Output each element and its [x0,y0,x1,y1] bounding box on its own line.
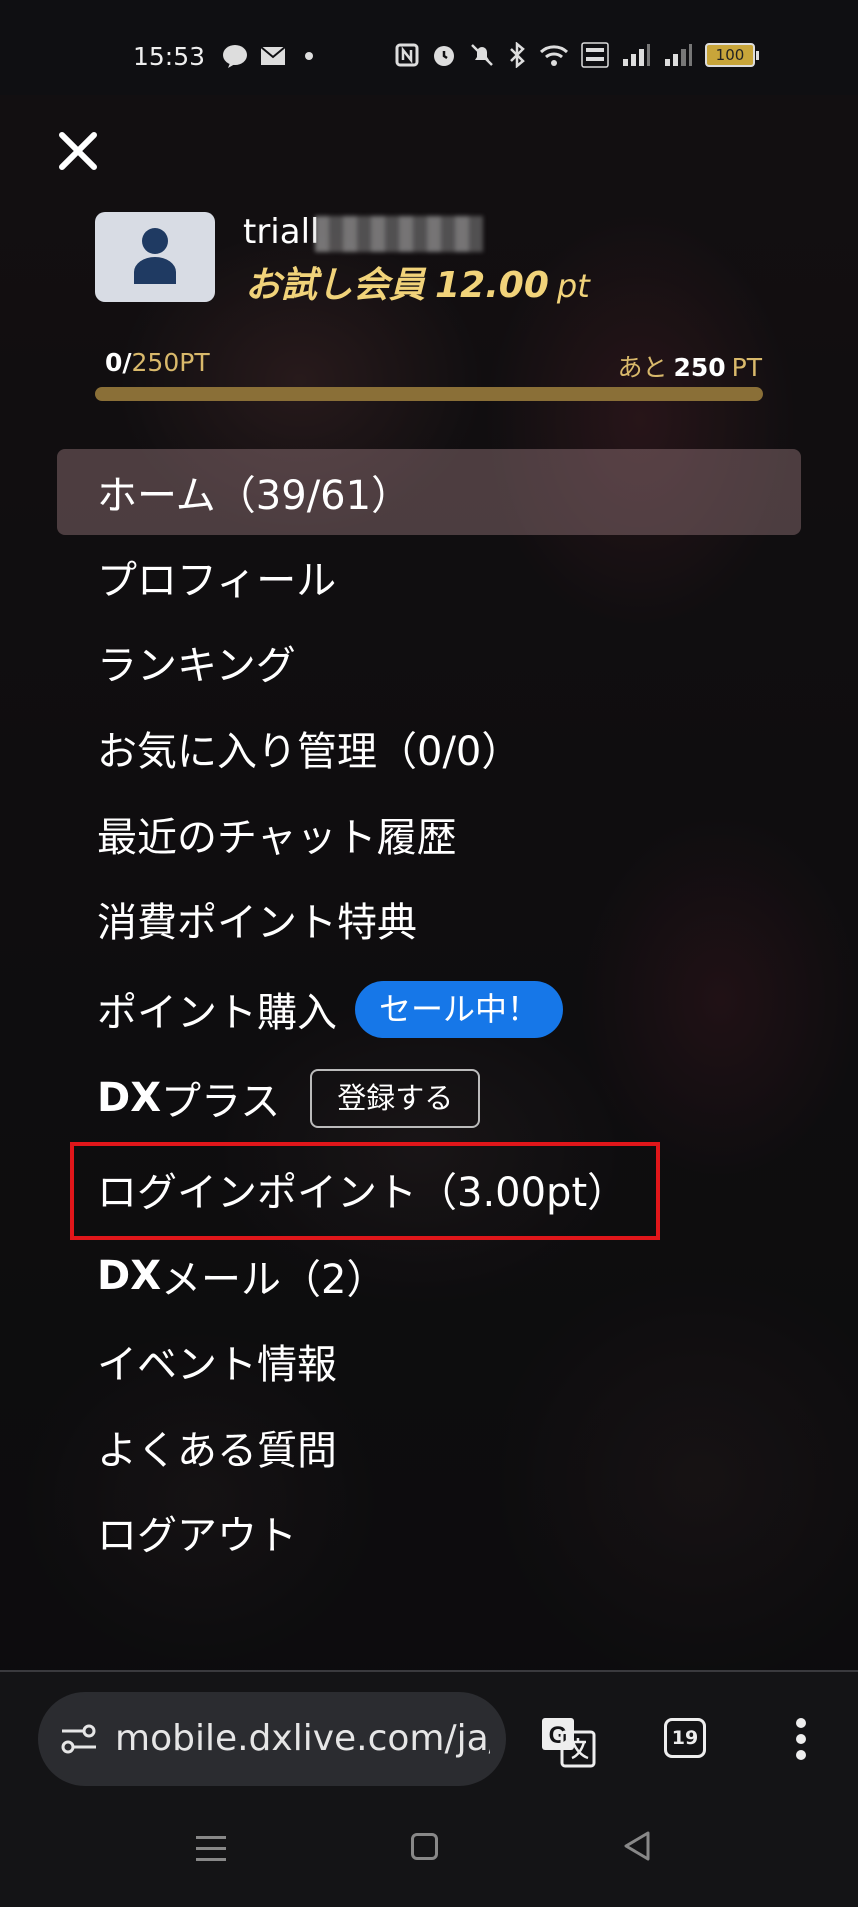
sale-badge[interactable]: セール中！ [355,980,564,1038]
nfc-icon [395,43,419,67]
browser-toolbar: mobile.dxlive.com/ja/h G 19 [0,1670,858,1788]
url-text[interactable]: mobile.dxlive.com/ja/h [115,1718,490,1759]
site-settings-icon[interactable] [60,1722,98,1756]
progress-current: 0/250PT [105,348,210,377]
back-icon[interactable] [622,1830,652,1862]
menu-item-ranking[interactable]: ランキング [97,634,296,690]
address-bar[interactable]: mobile.dxlive.com/ja/h [38,1692,506,1786]
username-redaction [315,216,483,252]
avatar[interactable] [95,212,215,302]
wifi-icon [539,45,569,66]
signal-icon [665,44,692,66]
progress-total: 250PT [131,348,210,377]
progress-remaining-value: 250 [673,353,726,382]
username: triall [243,212,320,252]
menu-item-point-benefits[interactable]: 消費ポイント特典 [97,891,417,947]
progress-remaining: あと 250 PT [617,348,762,384]
progress-remaining-unit: PT [731,353,762,382]
points-progress-bar [95,387,763,401]
menu-item-events[interactable]: イベント情報 [97,1333,337,1389]
system-nav-bar [0,1788,858,1907]
points-balance: 12.00 [435,265,549,306]
home-icon[interactable] [411,1833,438,1860]
dot-icon [305,52,313,60]
battery-icon: 100 [705,43,759,67]
menu-item-home[interactable]: ホーム（39/61） [97,464,411,520]
menu-item-dx-mail-label: メール（2） [161,1257,387,1303]
register-button[interactable]: 登録する [310,1068,481,1128]
menu-item-chat-history[interactable]: 最近のチャット履歴 [97,806,457,862]
menu-item-profile[interactable]: プロフィール [97,549,336,605]
menu-item-dx-mail-brand: DX [97,1253,162,1299]
signal-icon [623,44,650,66]
menu-item-dx-plus[interactable]: DX プラス 登録する [97,1068,481,1128]
person-icon [134,228,176,284]
membership-type: お試し会員 [245,265,426,306]
points-unit: pt [556,267,590,305]
tabs-icon[interactable]: 19 [664,1718,706,1758]
progress-current-value: 0/ [105,348,132,377]
menu-item-logout[interactable]: ログアウト [97,1504,297,1560]
menu-item-faq[interactable]: よくある質問 [97,1419,337,1475]
mail-icon [260,46,286,65]
volte-icon [581,42,609,68]
menu-item-favorites[interactable]: お気に入り管理（0/0） [97,720,521,776]
alarm-icon [434,46,454,66]
close-icon[interactable] [52,125,104,177]
menu-item-buy-points-label: ポイント購入 [97,990,337,1036]
menu-item-dx-plus-label: プラス [161,1079,281,1125]
progress-remaining-prefix: あと [617,353,668,382]
menu-item-dx-plus-brand: DX [97,1075,162,1121]
line-icon [223,45,247,68]
menu-item-buy-points[interactable]: ポイント購入 セール中！ [97,980,564,1038]
highlight-box [70,1142,660,1240]
status-time: 15:53 [133,42,206,71]
status-bar: 15:53 100 [0,0,858,95]
translate-icon[interactable]: G [540,1716,596,1768]
recents-icon[interactable] [196,1836,226,1869]
more-icon[interactable] [793,1718,809,1766]
svg-text:G: G [549,1722,568,1749]
mute-icon [471,44,493,66]
menu-item-dx-mail[interactable]: DX メール（2） [97,1248,387,1304]
membership-info: お試し会員 12.00 pt [245,256,590,308]
bluetooth-icon [510,42,525,68]
